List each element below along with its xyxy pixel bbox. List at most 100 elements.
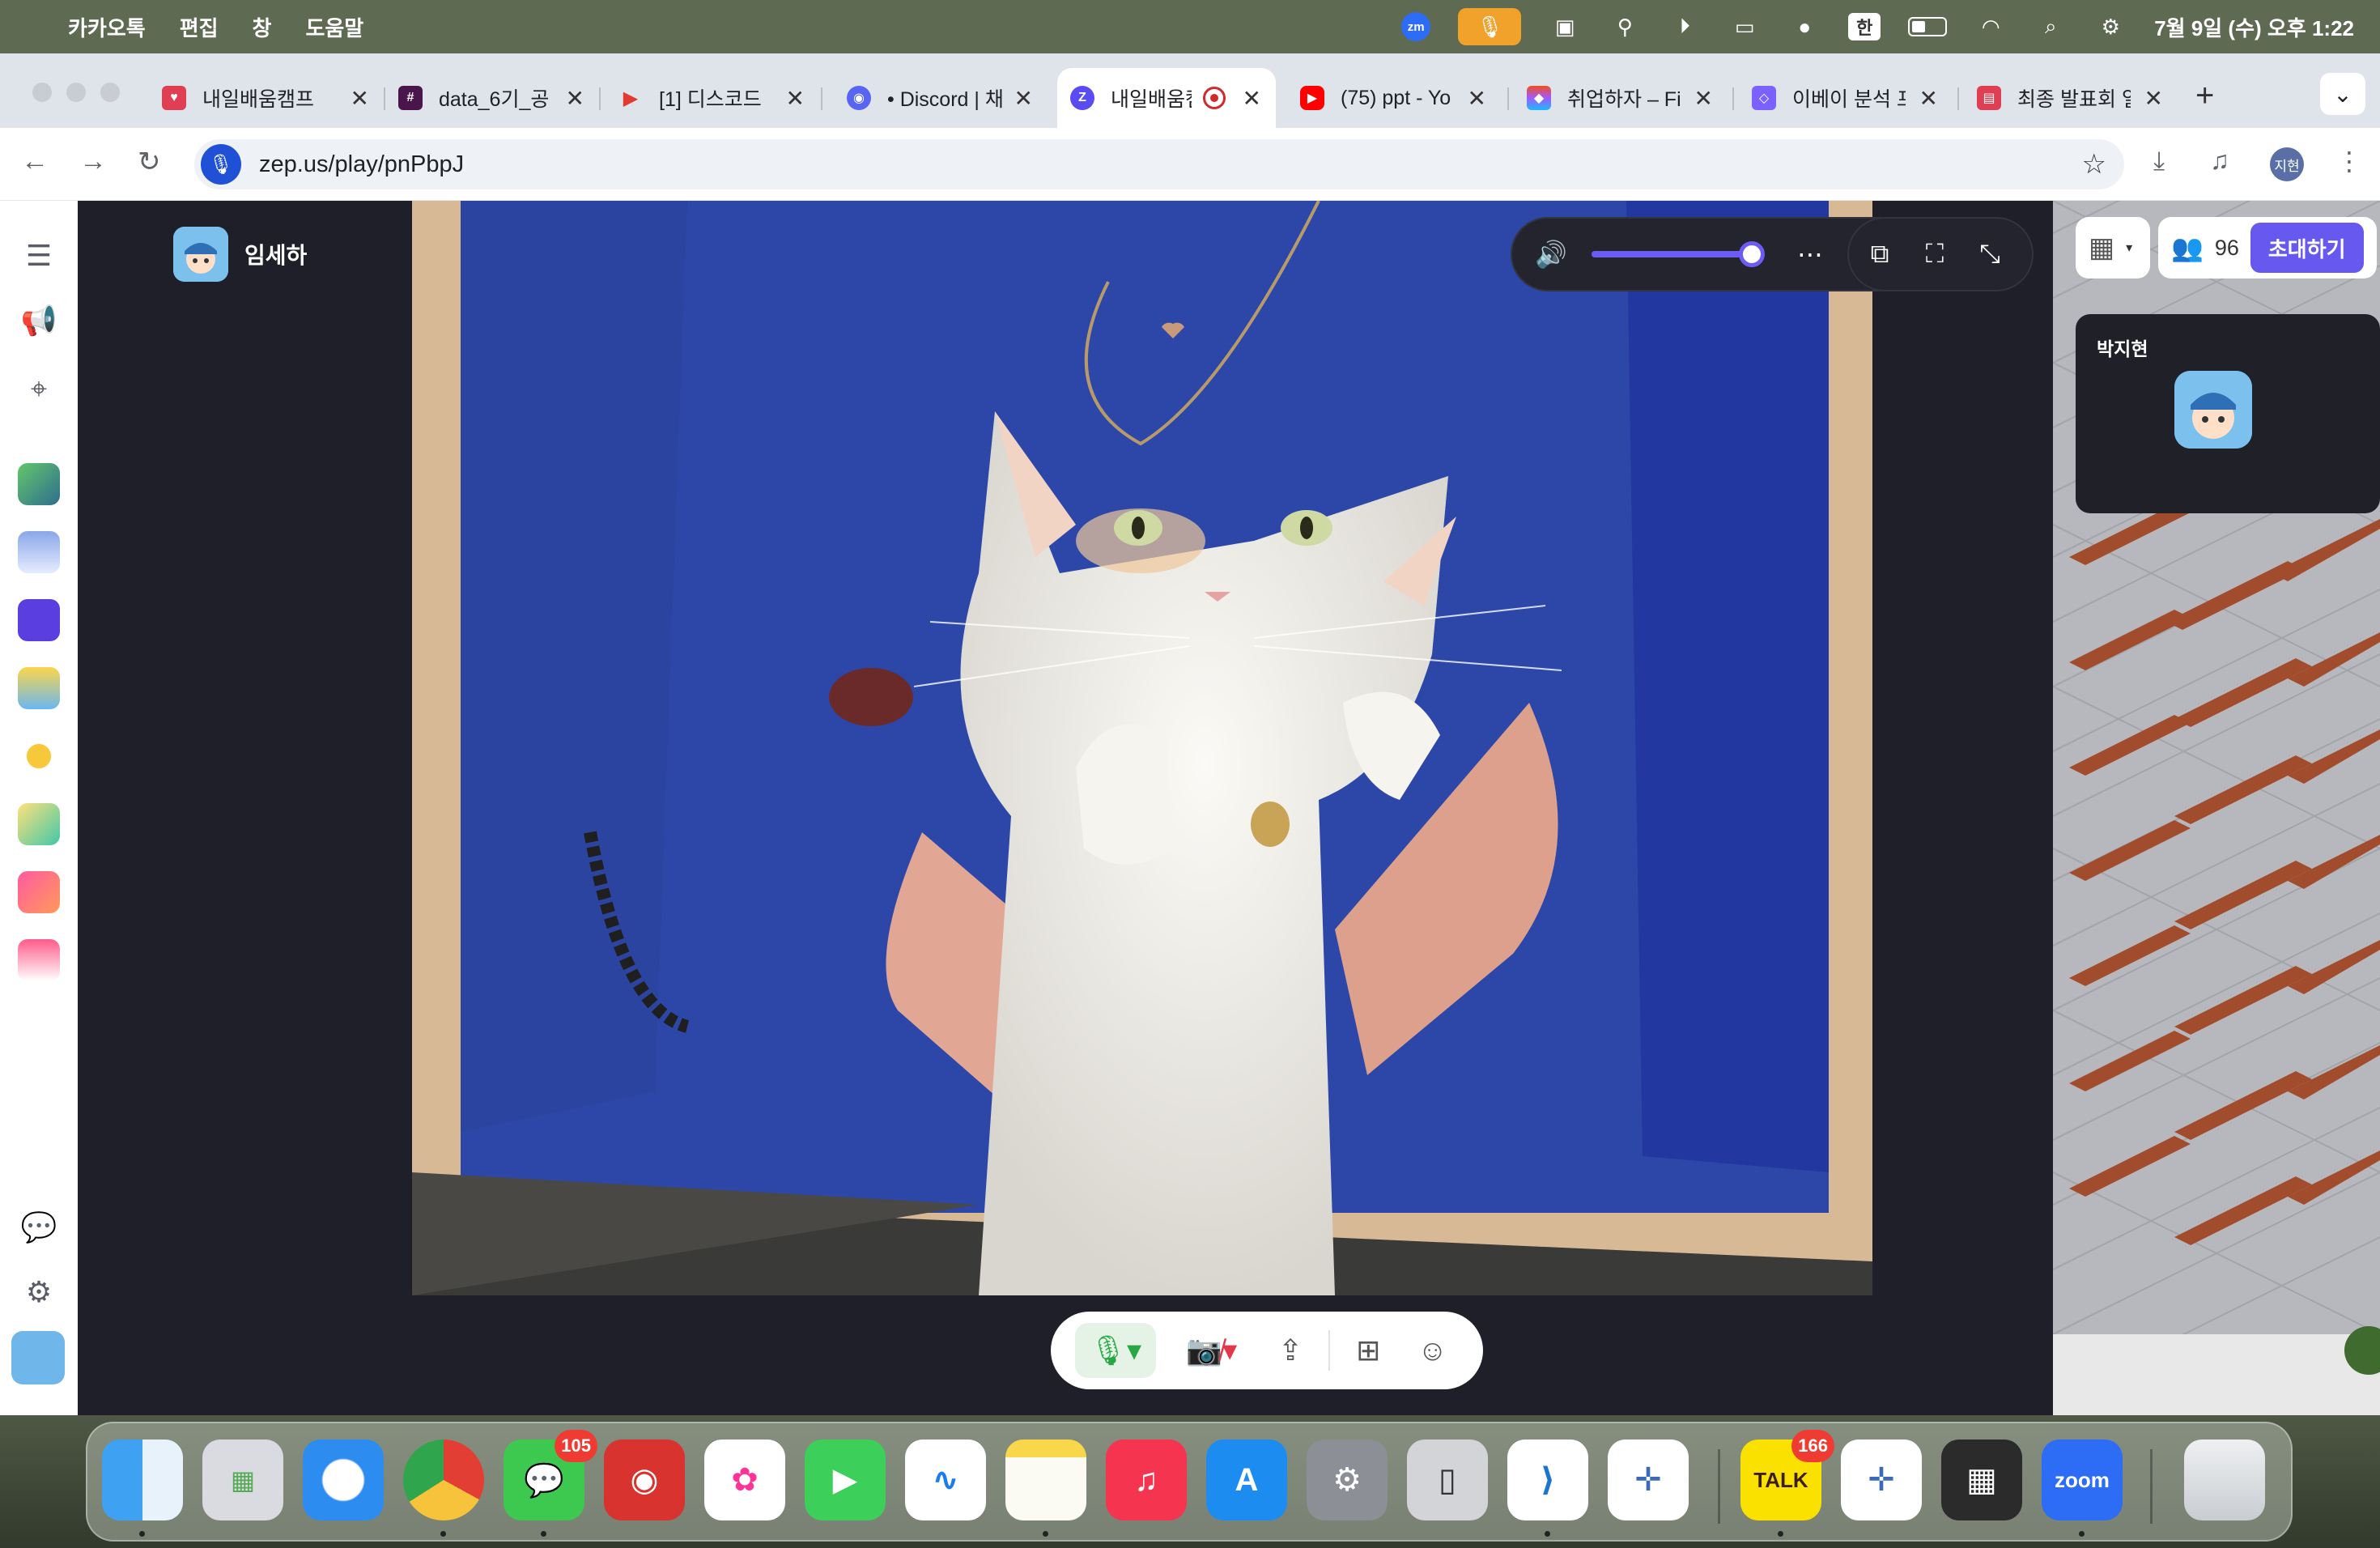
close-tab-icon[interactable]: ✕ (1468, 85, 1486, 112)
app-wand-icon[interactable] (18, 871, 60, 913)
volume-slider[interactable] (1592, 241, 1765, 267)
forward-arrow-icon[interactable]: → (79, 146, 107, 177)
media-control-icon[interactable]: ♫ (2210, 146, 2229, 176)
system-settings-icon[interactable]: ⚙ (1307, 1440, 1388, 1520)
peer-video-tile[interactable]: 박지현 (2076, 314, 2380, 513)
freeform-icon[interactable]: ∿ (905, 1440, 986, 1520)
microphone-icon[interactable]: 🎙 (201, 144, 241, 185)
antenna-icon[interactable]: ⚲ (1609, 11, 1641, 43)
close-tab-icon[interactable]: ✕ (1694, 85, 1713, 112)
close-tab-icon[interactable]: ✕ (1243, 85, 1261, 112)
close-tab-icon[interactable]: ✕ (566, 85, 584, 112)
app-mascot-icon[interactable] (18, 667, 60, 709)
browser-tab[interactable]: # data_6기_공 ✕ (385, 68, 599, 128)
chat-icon[interactable]: 💬 (18, 1206, 60, 1248)
new-tab-button[interactable]: + (2195, 78, 2214, 114)
location-pin-icon[interactable]: ⌖ (18, 368, 60, 410)
zoom-window-button[interactable] (100, 83, 120, 102)
input-source-indicator[interactable]: 한 (1848, 13, 1881, 40)
browser-tab[interactable]: ◇ 이베이 분석 프 ✕ (1739, 68, 1953, 128)
app-crown-icon[interactable] (18, 599, 60, 641)
vscode-icon[interactable]: ⟩ (1507, 1440, 1588, 1537)
participants-icon[interactable]: 👥 (2171, 232, 2204, 263)
close-window-button[interactable] (32, 83, 52, 102)
picture-in-picture-icon[interactable]: ⧉ (1852, 227, 1907, 282)
control-center-icon[interactable]: ⚙ (2094, 11, 2127, 43)
screen-capture-icon[interactable]: ▣ (1549, 11, 1581, 43)
bookmark-star-icon[interactable]: ☆ (2082, 148, 2106, 181)
app-store-icon[interactable]: A (1206, 1440, 1287, 1520)
speaker-volume-icon[interactable]: 🔊 (1524, 227, 1579, 282)
apps-grid-icon[interactable]: ⊞ (1345, 1323, 1392, 1378)
browser-tab[interactable]: ◆ 취업하자 – Fi ✕ (1514, 68, 1728, 128)
browser-tab[interactable]: ▶ [1] 디스코드 ✕ (606, 68, 819, 128)
iphone-mirroring-icon[interactable]: ▯ (1407, 1440, 1488, 1520)
menubar-clock[interactable]: 7월 9일 (수) 오후 1:22 (2154, 12, 2354, 42)
safari-icon[interactable] (303, 1440, 384, 1520)
battery-icon[interactable] (1908, 17, 1948, 36)
minimize-window-button[interactable] (66, 83, 86, 102)
chrome-icon[interactable] (403, 1440, 484, 1537)
kakaotalk-status-icon[interactable]: ● (1788, 11, 1821, 43)
menu-edit[interactable]: 편집 (180, 12, 219, 42)
settings-gear-icon[interactable]: ⚙ (18, 1271, 60, 1313)
megaphone-icon[interactable]: 📢 (18, 300, 60, 342)
browser-tab[interactable]: ▤ 최종 발표회 일 ✕ (1964, 68, 2178, 128)
photo-booth-icon[interactable]: ◉ (604, 1440, 685, 1520)
tableau-icon[interactable]: ✛ (1608, 1440, 1689, 1520)
app-poll-icon[interactable] (18, 939, 60, 981)
download-icon[interactable]: ⤓ (2153, 146, 2165, 176)
calculator-icon[interactable]: ▦ (1941, 1440, 2022, 1520)
browser-tab[interactable]: ◉ • Discord | 채 ✕ (834, 68, 1048, 128)
zoom-status-icon[interactable]: zm (1401, 12, 1431, 41)
back-arrow-icon[interactable]: ← (21, 146, 49, 177)
app-note-icon[interactable] (18, 803, 60, 845)
invite-button[interactable]: 초대하기 (2250, 223, 2364, 273)
my-avatar[interactable] (11, 1331, 65, 1384)
browser-tab[interactable]: ▶ (75) ppt - Yo ✕ (1287, 68, 1501, 128)
menu-app-name[interactable]: 카카오톡 (68, 12, 146, 42)
screen-share-icon[interactable]: ⇪ (1267, 1323, 1314, 1378)
microphone-toggle-button[interactable]: 🎙▾ (1075, 1323, 1157, 1378)
facetime-icon[interactable]: ▶ (805, 1440, 886, 1520)
app-coin-icon[interactable] (18, 735, 60, 777)
fullscreen-icon[interactable]: ⛶ (1907, 227, 1962, 282)
emoji-reaction-icon[interactable]: ☺ (1406, 1323, 1459, 1378)
play-icon[interactable]: ⏵ (1668, 11, 1701, 43)
browser-tab-active[interactable]: Z 내일배움캠 ✕ (1057, 68, 1276, 128)
finder-icon[interactable] (102, 1440, 183, 1537)
zoom-app-icon[interactable]: zoom (2042, 1440, 2123, 1537)
hamburger-menu-icon[interactable]: ☰ (18, 235, 60, 277)
browser-tab[interactable]: ♥ 내일배움캠프 ✕ (149, 68, 384, 128)
close-tab-icon[interactable]: ✕ (2144, 85, 2163, 112)
trash-icon[interactable] (2184, 1440, 2265, 1520)
profile-avatar[interactable]: 지현 (2270, 147, 2304, 181)
participants-count[interactable]: 96 (2215, 236, 2239, 261)
photos-icon[interactable]: ✿ (704, 1440, 785, 1520)
kakaotalk-icon[interactable]: TALK 166 (1740, 1430, 1834, 1537)
more-menu-icon[interactable]: ⋮ (2336, 146, 2362, 176)
menu-window[interactable]: 창 (253, 12, 272, 42)
reload-icon[interactable]: ↻ (138, 146, 161, 178)
menu-help[interactable]: 도움말 (305, 12, 363, 42)
address-bar[interactable]: 🎙 zep.us/play/pnPbpJ ☆ (194, 139, 2124, 189)
app-calendar-icon[interactable] (18, 531, 60, 573)
tab-search-chevron-icon[interactable]: ⌄ (2320, 73, 2365, 115)
notes-icon[interactable] (1005, 1440, 1086, 1537)
close-tab-icon[interactable]: ✕ (1919, 85, 1938, 112)
messages-icon[interactable]: 💬 105 (504, 1430, 597, 1537)
microphone-in-use-icon[interactable]: 🎙 (1458, 8, 1522, 45)
close-tab-icon[interactable]: ✕ (351, 85, 369, 112)
camera-off-toggle-button[interactable]: 📷̸▾ (1171, 1323, 1252, 1378)
collapse-icon[interactable]: ⤡ (1962, 227, 2017, 282)
wifi-icon[interactable]: ◠ (1974, 11, 2007, 43)
close-tab-icon[interactable]: ✕ (786, 85, 805, 112)
tableau-public-icon[interactable]: ✛ (1841, 1440, 1922, 1520)
display-icon[interactable]: ▭ (1728, 11, 1761, 43)
app-bike-icon[interactable] (18, 463, 60, 505)
more-options-icon[interactable]: ⋯ (1783, 227, 1838, 282)
spotlight-search-icon[interactable]: ⌕ (2034, 11, 2067, 43)
close-tab-icon[interactable]: ✕ (1014, 85, 1033, 112)
layout-toggle-button[interactable]: ▦ ▾ (2076, 217, 2150, 279)
music-icon[interactable]: ♫ (1106, 1440, 1187, 1520)
